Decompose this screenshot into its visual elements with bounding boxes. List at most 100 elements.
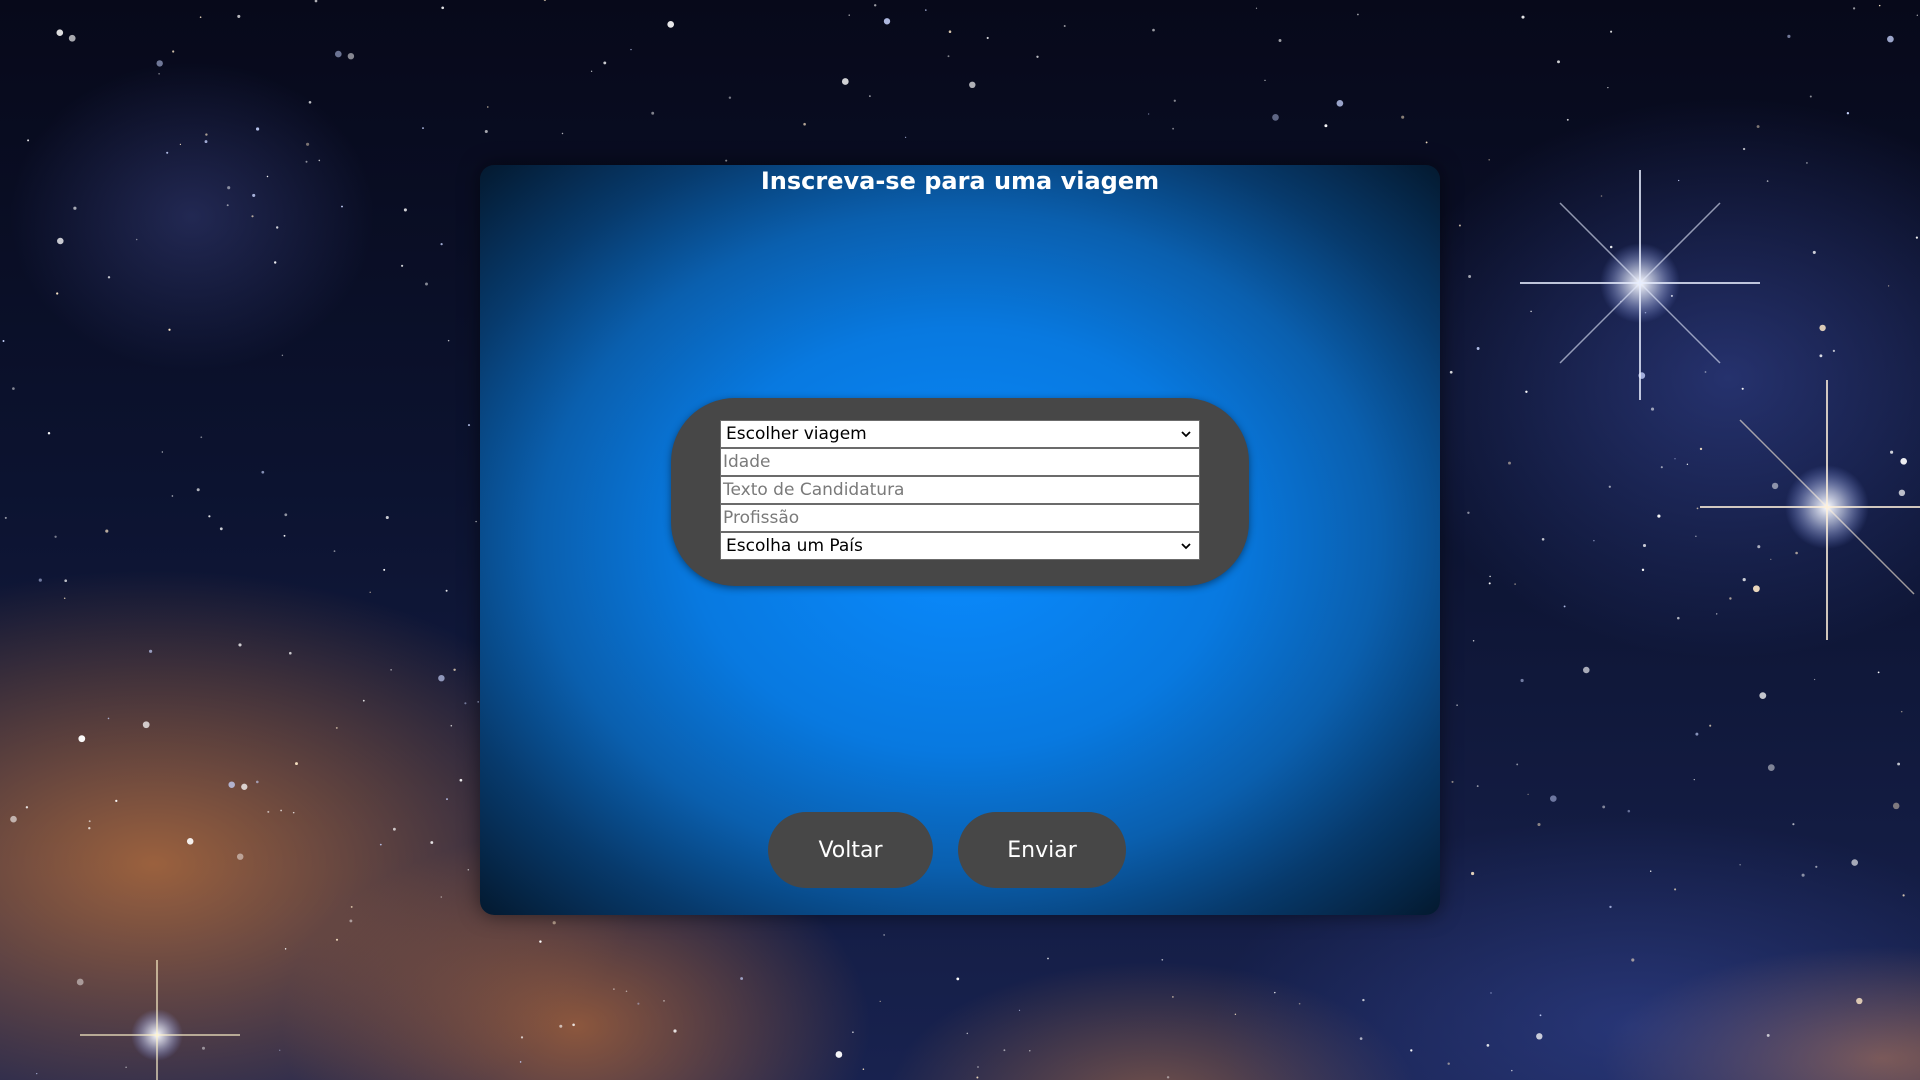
age-input[interactable]: Idade — [720, 448, 1200, 476]
star — [295, 762, 298, 766]
chevron-down-icon — [1181, 543, 1191, 550]
star — [1527, 793, 1529, 796]
star — [1853, 7, 1856, 10]
star — [4, 516, 7, 519]
star — [725, 159, 728, 162]
star — [1753, 585, 1760, 593]
bright-star-right-upper — [1520, 170, 1760, 400]
star — [453, 668, 456, 672]
star — [1172, 127, 1174, 130]
star — [1678, 179, 1680, 182]
star — [255, 780, 259, 784]
star — [1819, 354, 1823, 358]
star — [841, 78, 849, 85]
star — [54, 535, 57, 538]
star — [873, 4, 877, 7]
application-text-input[interactable]: Texto de Candidatura — [720, 476, 1200, 504]
star — [125, 1066, 127, 1068]
star — [1472, 639, 1475, 642]
star — [333, 550, 336, 552]
star — [289, 651, 292, 655]
star — [76, 978, 84, 986]
star — [1514, 583, 1516, 585]
star — [383, 568, 386, 571]
star — [969, 81, 976, 89]
star — [1537, 822, 1541, 827]
star — [561, 132, 564, 135]
star — [1877, 671, 1880, 674]
star — [1813, 678, 1816, 681]
submit-button[interactable]: Enviar — [958, 812, 1126, 888]
star — [228, 781, 235, 788]
star — [1674, 458, 1676, 460]
star — [369, 591, 371, 594]
star — [430, 841, 434, 844]
star — [156, 60, 163, 67]
star — [572, 1023, 575, 1027]
star — [1425, 141, 1428, 144]
star — [78, 735, 86, 743]
star — [1600, 195, 1603, 197]
star — [1272, 114, 1279, 121]
star — [1172, 996, 1174, 998]
star — [1047, 957, 1049, 960]
star — [467, 868, 470, 871]
star — [1716, 613, 1718, 615]
star — [1809, 95, 1812, 98]
star — [1757, 545, 1761, 549]
star — [1003, 1049, 1006, 1052]
star — [2, 340, 5, 342]
star — [393, 827, 396, 831]
star — [630, 48, 632, 51]
star — [1536, 1033, 1543, 1040]
country-select[interactable]: Escolha um País — [720, 532, 1200, 560]
star — [1627, 809, 1631, 813]
star — [1686, 463, 1689, 465]
star — [948, 30, 952, 33]
star — [1489, 575, 1491, 578]
profession-input[interactable]: Profissão — [720, 504, 1200, 532]
trip-select[interactable]: Escolher viagem — [720, 420, 1200, 448]
star — [1610, 30, 1613, 33]
star — [467, 424, 471, 427]
star — [1410, 1049, 1413, 1052]
star — [36, 1072, 38, 1075]
star — [208, 515, 211, 518]
star — [292, 811, 295, 814]
star — [63, 597, 66, 599]
star — [308, 100, 312, 104]
star — [422, 127, 424, 130]
star — [1490, 992, 1492, 994]
star — [803, 122, 806, 126]
star — [241, 783, 248, 790]
star — [440, 242, 443, 246]
star — [1887, 35, 1894, 43]
star — [1832, 349, 1836, 353]
star — [1660, 466, 1663, 469]
star — [1456, 704, 1458, 706]
star — [1449, 370, 1453, 374]
star — [477, 701, 480, 703]
star — [107, 717, 110, 720]
star — [1631, 958, 1635, 962]
star — [879, 1000, 881, 1003]
star — [1488, 582, 1491, 585]
star — [1699, 447, 1703, 451]
star — [986, 36, 989, 40]
star — [651, 111, 655, 115]
star — [318, 159, 321, 162]
star — [73, 206, 77, 210]
star — [347, 52, 355, 60]
modal-title: Inscreva-se para uma viagem — [760, 167, 1160, 195]
star — [1447, 1062, 1450, 1065]
star — [1704, 371, 1707, 373]
star — [1324, 124, 1328, 128]
star — [740, 977, 744, 980]
country-select-value: Escolha um País — [726, 536, 863, 556]
star — [227, 186, 231, 190]
star — [1851, 859, 1858, 866]
star — [539, 940, 542, 943]
star — [279, 1049, 281, 1052]
star — [1641, 568, 1645, 572]
back-button[interactable]: Voltar — [768, 812, 933, 888]
